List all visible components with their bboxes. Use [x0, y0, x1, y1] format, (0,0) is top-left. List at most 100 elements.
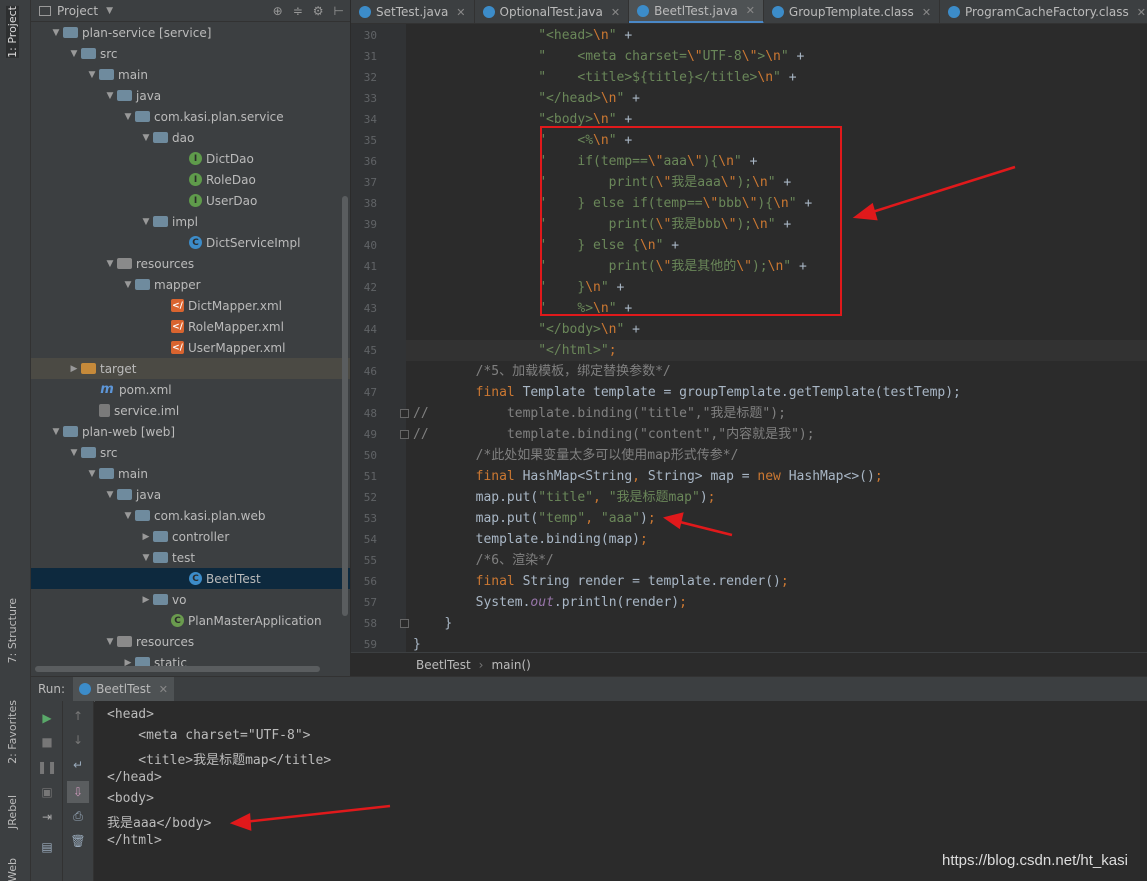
code-line[interactable]: " }\n" + — [413, 277, 624, 298]
close-icon[interactable]: ✕ — [456, 6, 465, 19]
code-line[interactable]: " <%\n" + — [413, 130, 632, 151]
code-line[interactable]: " <meta charset=\"UTF-8\">\n" + — [413, 46, 804, 67]
chevron-down-icon[interactable]: ▼ — [103, 91, 117, 101]
code-line[interactable]: " } else {\n" + — [413, 235, 679, 256]
code-line[interactable]: final String render = template.render(); — [413, 571, 789, 592]
chevron-down-icon[interactable]: ▼ — [103, 259, 117, 269]
code-line[interactable]: final Template template = groupTemplate.… — [413, 382, 961, 403]
code-line[interactable]: "</head>\n" + — [413, 88, 640, 109]
tree-item[interactable]: ▼ main — [31, 463, 350, 484]
code-line[interactable]: " if(temp==\"aaa\"){\n" + — [413, 151, 757, 172]
close-icon[interactable]: ✕ — [922, 6, 931, 19]
project-tool-tab[interactable]: 1: Project — [6, 6, 19, 58]
web-tool-tab[interactable]: Web — [6, 858, 19, 881]
tree-item[interactable]: ▼ resources — [31, 253, 350, 274]
trash-icon[interactable]: 🗑 — [70, 833, 86, 849]
tree-item[interactable]: </ UserMapper.xml — [31, 337, 350, 358]
tree-item[interactable]: ▼ java — [31, 484, 350, 505]
breadcrumb-method[interactable]: main() — [491, 658, 530, 672]
code-editor[interactable]: 30 31 32 33 34 35 36 37 38 39 40 41 42 43 44 45 46 47 48 49… — [351, 24, 1147, 652]
soft-wrap-icon[interactable]: ↵ — [70, 757, 86, 773]
editor-tab[interactable]: OptionalTest.java ✕ — [475, 0, 630, 23]
chevron-down-icon[interactable]: ▼ — [49, 28, 63, 38]
code-line[interactable]: "</html>"; — [413, 340, 616, 361]
down-arrow-icon[interactable]: ↓ — [70, 732, 86, 748]
up-arrow-icon[interactable]: ↑ — [70, 708, 86, 724]
locate-icon[interactable]: ⊕ — [273, 4, 283, 18]
chevron-down-icon[interactable]: ▼ — [139, 133, 153, 143]
scroll-to-end-icon[interactable]: ⇩ — [67, 781, 89, 803]
close-icon[interactable]: ✕ — [159, 683, 168, 696]
tree-item[interactable]: I RoleDao — [31, 169, 350, 190]
tree-item[interactable]: I DictDao — [31, 148, 350, 169]
project-panel-title[interactable]: Project — [57, 4, 98, 18]
jrebel-tool-tab[interactable]: JRebel — [6, 795, 19, 829]
gear-icon[interactable]: ⚙ — [313, 4, 324, 18]
tree-item[interactable]: ▼ dao — [31, 127, 350, 148]
code-line[interactable]: "</body>\n" + — [413, 319, 640, 340]
code-line[interactable]: "<head>\n" + — [413, 25, 632, 46]
dump-threads-icon[interactable]: ▣ — [39, 784, 55, 800]
chevron-right-icon[interactable]: ▶ — [139, 532, 153, 542]
tree-item[interactable]: ▼ test — [31, 547, 350, 568]
chevron-down-icon[interactable]: ▼ — [103, 490, 117, 500]
code-line[interactable]: /*5、加载模板，绑定替换参数*/ — [413, 361, 671, 382]
tree-item[interactable]: ▼ src — [31, 43, 350, 64]
chevron-down-icon[interactable]: ▼ — [121, 511, 135, 521]
code-line[interactable]: final HashMap<String, String> map = new … — [413, 466, 883, 487]
code-line[interactable]: /*此处如果变量太多可以使用map形式传参*/ — [413, 445, 739, 466]
tree-item[interactable]: C PlanMasterApplication — [31, 610, 350, 631]
rerun-icon[interactable]: ▶ — [39, 710, 55, 726]
editor-tab[interactable]: SetTest.java ✕ — [351, 0, 475, 23]
code-line[interactable]: // template.binding("content","内容就是我"); — [413, 424, 815, 445]
chevron-down-icon[interactable]: ▼ — [121, 280, 135, 290]
fold-marker-icon[interactable] — [400, 619, 409, 628]
chevron-down-icon[interactable]: ▼ — [85, 469, 99, 479]
code-line[interactable]: } — [413, 634, 421, 652]
close-icon[interactable]: ✕ — [611, 6, 620, 19]
tree-item[interactable]: ▼ plan-service [service] — [31, 22, 350, 43]
tree-item[interactable]: C DictServiceImpl — [31, 232, 350, 253]
tree-item[interactable]: </ DictMapper.xml — [31, 295, 350, 316]
code-line[interactable]: " print(\"我是bbb\");\n" + — [413, 214, 791, 235]
tree-item[interactable]: service.iml — [31, 400, 350, 421]
structure-tool-tab[interactable]: 7: Structure — [6, 598, 19, 663]
tree-item[interactable]: </ RoleMapper.xml — [31, 316, 350, 337]
layout-icon[interactable]: ▤ — [39, 839, 55, 855]
code-line[interactable]: "<body>\n" + — [413, 109, 632, 130]
code-line[interactable]: // template.binding("title","我是标题"); — [413, 403, 786, 424]
breadcrumb-class[interactable]: BeetlTest — [416, 658, 471, 672]
chevron-down-icon[interactable]: ▼ — [106, 6, 113, 16]
tree-item[interactable]: ▶ controller — [31, 526, 350, 547]
tree-item[interactable]: ▼ plan-web [web] — [31, 421, 350, 442]
code-line[interactable]: map.put("title", "我是标题map"); — [413, 487, 716, 508]
code-line[interactable]: } — [413, 613, 452, 634]
chevron-down-icon[interactable]: ▼ — [67, 448, 81, 458]
hide-icon[interactable]: ⊢ — [334, 4, 344, 18]
code-line[interactable]: /*6、渲染*/ — [413, 550, 554, 571]
stop-icon[interactable]: ■ — [39, 734, 55, 750]
tree-item[interactable]: ▼ mapper — [31, 274, 350, 295]
fold-marker-icon[interactable] — [400, 430, 409, 439]
code-line[interactable]: template.binding(map); — [413, 529, 648, 550]
code-line[interactable]: " } else if(temp==\"bbb\"){\n" + — [413, 193, 812, 214]
favorites-tool-tab[interactable]: 2: Favorites — [6, 700, 19, 764]
chevron-down-icon[interactable]: ▼ — [121, 112, 135, 122]
tree-item[interactable]: ▼ com.kasi.plan.web — [31, 505, 350, 526]
tree-item[interactable]: ▼ impl — [31, 211, 350, 232]
tree-item[interactable]: I UserDao — [31, 190, 350, 211]
editor-tab[interactable]: GroupTemplate.class ✕ — [764, 0, 941, 23]
tree-item[interactable]: m pom.xml — [31, 379, 350, 400]
chevron-right-icon[interactable]: ▶ — [139, 595, 153, 605]
chevron-down-icon[interactable]: ▼ — [139, 217, 153, 227]
chevron-down-icon[interactable]: ▼ — [67, 49, 81, 59]
editor-tab[interactable]: BeetlTest.java ✕ — [629, 0, 764, 23]
chevron-down-icon[interactable]: ▼ — [85, 70, 99, 80]
tree-item[interactable]: ▼ resources — [31, 631, 350, 652]
chevron-down-icon[interactable]: ▼ — [49, 427, 63, 437]
vertical-scrollbar[interactable] — [342, 196, 348, 616]
exit-icon[interactable]: ⇥ — [39, 809, 55, 825]
code-line[interactable]: " %>\n" + — [413, 298, 632, 319]
tree-item[interactable]: ▼ java — [31, 85, 350, 106]
tree-item[interactable]: ▼ src — [31, 442, 350, 463]
